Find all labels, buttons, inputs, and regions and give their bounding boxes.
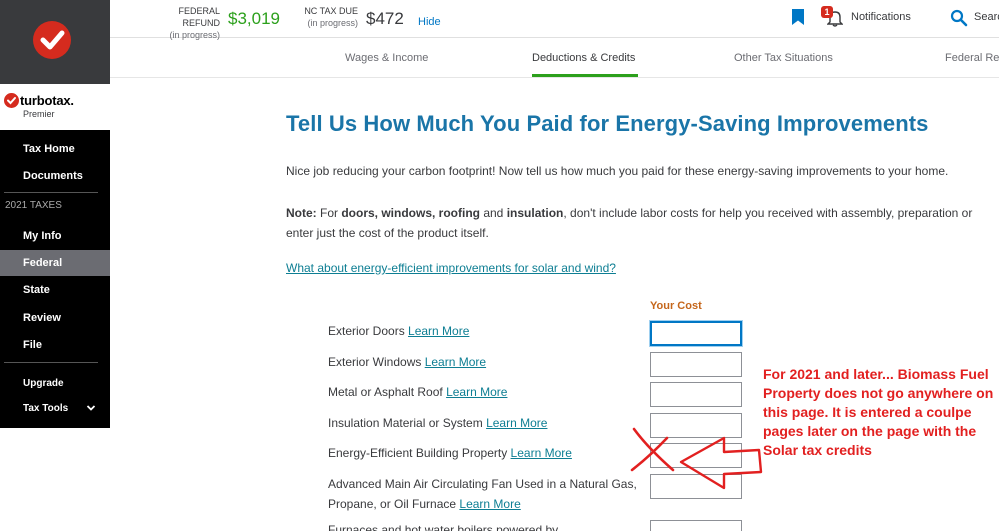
sidebar-item-tax-home[interactable]: Tax Home: [0, 136, 110, 162]
note-label: Note:: [286, 206, 317, 220]
row-label-air-circulating-fan: Advanced Main Air Circulating Fan Used i…: [328, 474, 637, 514]
learn-more-link[interactable]: Learn More: [408, 324, 469, 338]
notifications-badge: 1: [821, 6, 833, 18]
active-tab-indicator: [532, 74, 638, 77]
bookmark-icon[interactable]: [792, 9, 804, 25]
brand-logo: turbotax. Premier: [4, 93, 110, 121]
exterior-doors-cost-input[interactable]: [650, 321, 742, 346]
building-property-cost-input[interactable]: [650, 443, 742, 468]
row-label-text: Exterior Windows: [328, 355, 422, 369]
learn-more-link[interactable]: Learn More: [459, 497, 520, 511]
note-and: and: [480, 206, 507, 220]
turbotax-check-logo-icon[interactable]: [33, 21, 71, 59]
row-label-text: Energy-Efficient Building Property: [328, 446, 508, 460]
solar-wind-link[interactable]: What about energy-efficient improvements…: [286, 261, 616, 275]
row-label-text: Metal or Asphalt Roof: [328, 385, 443, 399]
state-tax-status: (in progress): [307, 18, 358, 28]
row-label-text: Exterior Doors: [328, 324, 405, 338]
top-bar: FEDERAL REFUND (in progress) $3,019 NC T…: [110, 0, 999, 41]
row-label-exterior-windows: Exterior Windows Learn More: [328, 352, 486, 372]
sidebar-item-file[interactable]: File: [0, 332, 110, 358]
hide-summary-link[interactable]: Hide: [418, 16, 441, 28]
state-tax-label: NC TAX DUE (in progress): [297, 5, 358, 29]
tab-wages-income[interactable]: Wages & Income: [345, 52, 428, 64]
row-label-text: Advanced Main Air Circulating Fan Used i…: [328, 477, 637, 491]
note-rest-line1: , don't include labor costs for help you…: [563, 206, 973, 220]
sidebar-item-federal[interactable]: Federal: [0, 250, 110, 276]
sidebar-item-tax-tools-label: Tax Tools: [23, 403, 69, 414]
air-circulating-fan-cost-input[interactable]: [650, 474, 742, 499]
state-tax-amount: $472: [366, 9, 404, 28]
note-insulation: insulation: [506, 206, 564, 220]
learn-more-link[interactable]: Learn More: [511, 446, 572, 460]
furnaces-cost-input[interactable]: [650, 520, 742, 531]
row-label-text: Insulation Material or System: [328, 416, 483, 430]
row-label-text: Furnaces and hot water boilers powered b…: [328, 523, 559, 531]
sidebar-nav: Tax Home Documents 2021 TAXES My Info Fe…: [0, 130, 110, 428]
page-title: Tell Us How Much You Paid for Energy-Sav…: [286, 111, 929, 136]
exterior-windows-cost-input[interactable]: [650, 352, 742, 377]
row-label-metal-roof: Metal or Asphalt Roof Learn More: [328, 382, 507, 402]
brand-check-icon: [4, 93, 19, 108]
brand-edition: Premier: [23, 109, 55, 119]
note-text: Note: For doors, windows, roofing and in…: [286, 203, 999, 243]
row-label-text-line2: Propane, or Oil Furnace: [328, 497, 457, 511]
insulation-cost-input[interactable]: [650, 413, 742, 438]
search-icon[interactable]: [950, 9, 968, 27]
nav-divider: [4, 362, 98, 363]
sidebar-item-upgrade[interactable]: Upgrade: [0, 371, 110, 397]
federal-refund-title: FEDERAL REFUND: [178, 6, 220, 28]
sidebar-item-tax-tools[interactable]: Tax Tools: [0, 396, 110, 422]
your-cost-header: Your Cost: [650, 300, 702, 312]
note-for: For: [316, 206, 342, 220]
sidebar-section-2021-taxes: 2021 TAXES: [5, 200, 62, 211]
row-label-insulation: Insulation Material or System Learn More: [328, 413, 547, 433]
nav-divider: [4, 192, 98, 193]
chevron-down-icon: [86, 396, 96, 422]
row-label-furnaces: Furnaces and hot water boilers powered b…: [328, 520, 558, 531]
note-rest-line2: enter just the cost of the product itsel…: [286, 226, 489, 240]
sidebar: turbotax. Premier Tax Home Documents 202…: [0, 0, 110, 531]
search-link[interactable]: Search: [974, 11, 999, 23]
brand-name: turbotax.: [20, 93, 74, 108]
annotation-note: For 2021 and later... Biomass Fuel Prope…: [763, 366, 994, 458]
metal-roof-cost-input[interactable]: [650, 382, 742, 407]
federal-refund-amount: $3,019: [228, 9, 280, 28]
sidebar-item-documents[interactable]: Documents: [0, 163, 110, 189]
sidebar-item-my-info[interactable]: My Info: [0, 223, 110, 249]
learn-more-link[interactable]: Learn More: [425, 355, 486, 369]
notifications-link[interactable]: Notifications: [851, 11, 911, 23]
intro-text: Nice job reducing your carbon footprint!…: [286, 164, 949, 178]
tab-federal-review[interactable]: Federal Review: [945, 52, 999, 64]
note-items: doors, windows, roofing: [341, 206, 480, 220]
row-label-building-property: Energy-Efficient Building Property Learn…: [328, 443, 572, 463]
row-label-exterior-doors: Exterior Doors Learn More: [328, 321, 469, 341]
sidebar-item-review[interactable]: Review: [0, 305, 110, 331]
state-tax-title: NC TAX DUE: [304, 6, 358, 16]
section-tabs: Wages & Income Deductions & Credits Othe…: [110, 38, 999, 78]
federal-refund-label: FEDERAL REFUND (in progress): [142, 5, 220, 41]
tab-other-tax-situations[interactable]: Other Tax Situations: [734, 52, 833, 64]
learn-more-link[interactable]: Learn More: [486, 416, 547, 430]
learn-more-link[interactable]: Learn More: [446, 385, 507, 399]
sidebar-item-state[interactable]: State: [0, 277, 110, 303]
logo-block: [0, 0, 110, 84]
tab-deductions-credits[interactable]: Deductions & Credits: [532, 52, 635, 64]
